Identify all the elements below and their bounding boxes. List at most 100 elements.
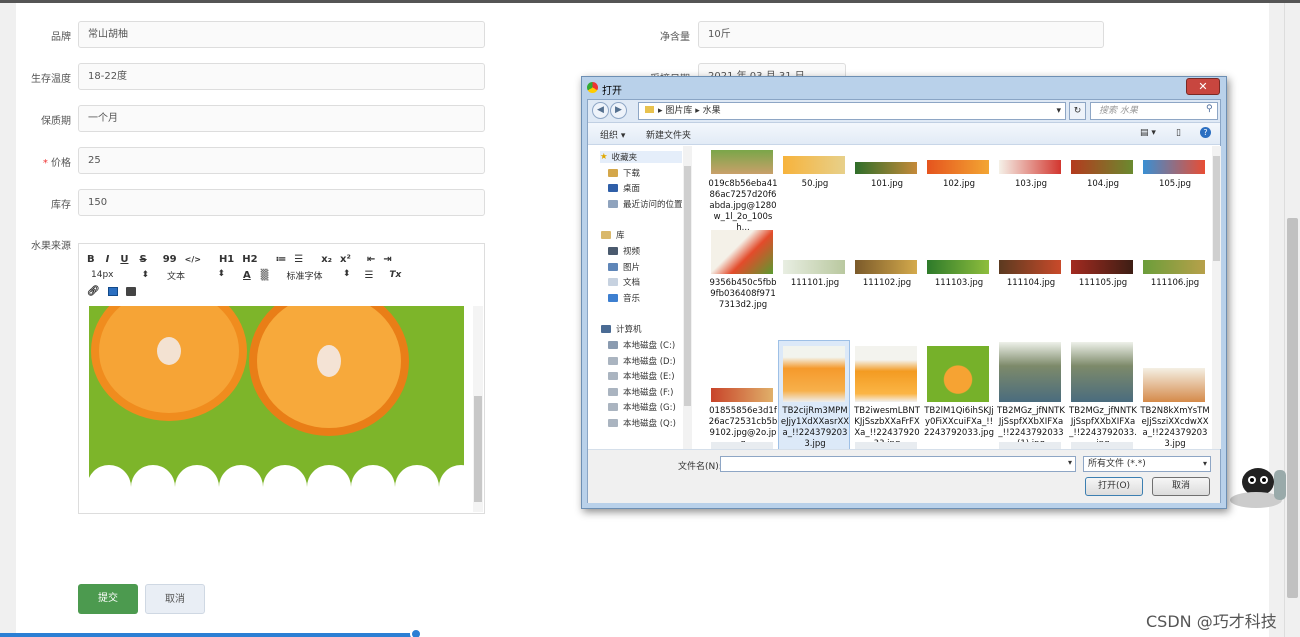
- file-name[interactable]: TB2lM1Qi6ihSKJjy0FiXXcuiFXa_!!2243792033…: [924, 406, 994, 439]
- file-name[interactable]: 111103.jpg: [924, 278, 994, 289]
- dialog-cancel-button[interactable]: 取消: [1152, 477, 1210, 496]
- file-name[interactable]: 111104.jpg: [996, 278, 1066, 289]
- image-icon[interactable]: [107, 286, 118, 296]
- refresh-icon[interactable]: ↻: [1069, 102, 1086, 120]
- ordered-list-button[interactable]: ≔: [276, 254, 287, 265]
- nav-videos[interactable]: 视频: [608, 245, 640, 257]
- align-icon[interactable]: ☰: [364, 270, 373, 281]
- block-type-select[interactable]: 文本 ⬍: [167, 269, 225, 282]
- file-thumbnail[interactable]: [999, 442, 1061, 449]
- file-type-select[interactable]: 所有文件 (*.*) ▾: [1083, 456, 1211, 472]
- h1-button[interactable]: H1: [219, 254, 234, 265]
- page-scrollbar[interactable]: [1284, 3, 1300, 637]
- file-thumbnail[interactable]: [1071, 160, 1133, 174]
- open-button[interactable]: 打开(O): [1085, 477, 1143, 496]
- file-thumbnail[interactable]: [855, 442, 917, 449]
- editor-scrollbar[interactable]: [473, 306, 483, 512]
- forward-icon[interactable]: ▶: [610, 102, 627, 119]
- file-thumbnail[interactable]: [783, 346, 845, 402]
- underline-button[interactable]: U: [120, 254, 128, 265]
- nav-recent[interactable]: 最近访问的位置: [608, 198, 683, 210]
- shelf-life-input[interactable]: 一个月: [78, 105, 485, 132]
- file-thumbnail[interactable]: [1071, 260, 1133, 274]
- file-thumbnail[interactable]: [711, 230, 773, 274]
- file-thumbnail[interactable]: [1071, 342, 1133, 402]
- nav-libraries[interactable]: 库: [601, 229, 625, 241]
- superscript-button[interactable]: x²: [340, 254, 351, 265]
- file-thumbnail[interactable]: [1071, 442, 1133, 449]
- bold-button[interactable]: B: [87, 254, 95, 265]
- code-button[interactable]: </>: [185, 255, 201, 264]
- view-options-icon[interactable]: ▤ ▾: [1140, 128, 1156, 138]
- file-thumbnail[interactable]: [855, 260, 917, 274]
- nav-drive-e[interactable]: 本地磁盘 (E:): [608, 370, 675, 382]
- nav-drive-d[interactable]: 本地磁盘 (D:): [608, 355, 676, 367]
- page-scrollbar-thumb[interactable]: [1287, 218, 1298, 598]
- background-color-icon[interactable]: ▒: [261, 270, 269, 281]
- file-thumbnail[interactable]: [927, 346, 989, 402]
- back-icon[interactable]: ◀: [592, 102, 609, 119]
- subscript-button[interactable]: x₂: [321, 254, 332, 265]
- nav-favorites[interactable]: ★ 收藏夹: [600, 151, 682, 163]
- file-thumbnail[interactable]: [855, 346, 917, 402]
- new-folder-button[interactable]: 新建文件夹: [646, 128, 691, 141]
- file-name[interactable]: 102.jpg: [924, 179, 994, 190]
- file-name[interactable]: 019c8b56eba4186ac7257d20f6abda.jpg@1280w…: [708, 179, 778, 234]
- nav-drive-q[interactable]: 本地磁盘 (Q:): [608, 417, 676, 429]
- nav-drive-c[interactable]: 本地磁盘 (C:): [608, 339, 675, 351]
- file-name[interactable]: 50.jpg: [780, 179, 850, 190]
- search-icon[interactable]: ⚲: [1206, 104, 1213, 114]
- nav-music[interactable]: 音乐: [608, 292, 640, 304]
- nav-drive-f[interactable]: 本地磁盘 (F:): [608, 386, 673, 398]
- search-input[interactable]: 搜索 水果: [1090, 102, 1218, 120]
- file-thumbnail[interactable]: [999, 342, 1061, 402]
- file-thumbnail[interactable]: [711, 388, 773, 402]
- file-thumbnail[interactable]: [783, 260, 845, 274]
- nav-pictures[interactable]: 图片: [608, 261, 640, 273]
- link-icon[interactable]: 🔗︎: [87, 286, 100, 297]
- nav-desktop[interactable]: 桌面: [608, 182, 640, 194]
- temperature-input[interactable]: 18-22度: [78, 63, 485, 90]
- nav-documents[interactable]: 文档: [608, 276, 640, 288]
- h2-button[interactable]: H2: [242, 254, 257, 265]
- brand-input[interactable]: 常山胡柚: [78, 21, 485, 48]
- file-thumbnail[interactable]: [999, 260, 1061, 274]
- editor-scrollbar-thumb[interactable]: [474, 396, 482, 502]
- file-list-scrollbar[interactable]: [1212, 146, 1221, 449]
- dialog-titlebar[interactable]: 打开 ✕: [582, 77, 1226, 99]
- nav-computer[interactable]: 计算机: [601, 323, 642, 335]
- file-name[interactable]: 111102.jpg: [852, 278, 922, 289]
- nav-scrollbar-thumb[interactable]: [684, 166, 691, 406]
- file-thumbnail[interactable]: [1143, 368, 1205, 402]
- file-thumbnail[interactable]: [711, 150, 773, 174]
- file-name[interactable]: 104.jpg: [1068, 179, 1138, 190]
- preview-pane-icon[interactable]: ▯: [1176, 128, 1181, 138]
- submit-button[interactable]: 提交: [78, 584, 138, 614]
- net-weight-input[interactable]: 10斤: [698, 21, 1104, 48]
- filename-input[interactable]: ▾: [720, 456, 1076, 472]
- file-list-scrollbar-thumb[interactable]: [1213, 156, 1220, 261]
- help-icon[interactable]: ?: [1200, 127, 1211, 138]
- save-icon[interactable]: [125, 286, 136, 296]
- file-name[interactable]: 101.jpg: [852, 179, 922, 190]
- clear-format-button[interactable]: Tx: [389, 270, 401, 280]
- file-thumbnail[interactable]: [1143, 260, 1205, 274]
- file-thumbnail[interactable]: [1143, 160, 1205, 174]
- file-name[interactable]: 111105.jpg: [1068, 278, 1138, 289]
- file-name[interactable]: TB2N8kXmYsTMeJjSsziXXcdwXXa_!!2243792033…: [1140, 406, 1210, 449]
- file-name[interactable]: 9356b450c5fbb9fb036408f9717313d2.jpg: [708, 278, 778, 311]
- file-name[interactable]: TB2cijRm3MPMeJjy1XdXXasrXXa_!!2243792033…: [780, 406, 850, 449]
- file-thumbnail[interactable]: [711, 442, 773, 449]
- font-size-select[interactable]: 14px ⬍: [91, 270, 149, 280]
- close-icon[interactable]: ✕: [1186, 78, 1220, 95]
- italic-button[interactable]: I: [106, 254, 110, 265]
- strike-button[interactable]: S: [139, 254, 146, 265]
- path-segment-fruit[interactable]: 水果: [703, 106, 721, 116]
- nav-scrollbar[interactable]: [683, 146, 692, 449]
- nav-downloads[interactable]: 下载: [608, 167, 640, 179]
- text-color-button[interactable]: A: [243, 270, 251, 281]
- stock-input[interactable]: 150: [78, 189, 485, 216]
- filename-dropdown-icon[interactable]: ▾: [1068, 458, 1072, 467]
- indent-button[interactable]: ⇥: [383, 254, 391, 265]
- outdent-button[interactable]: ⇤: [367, 254, 375, 265]
